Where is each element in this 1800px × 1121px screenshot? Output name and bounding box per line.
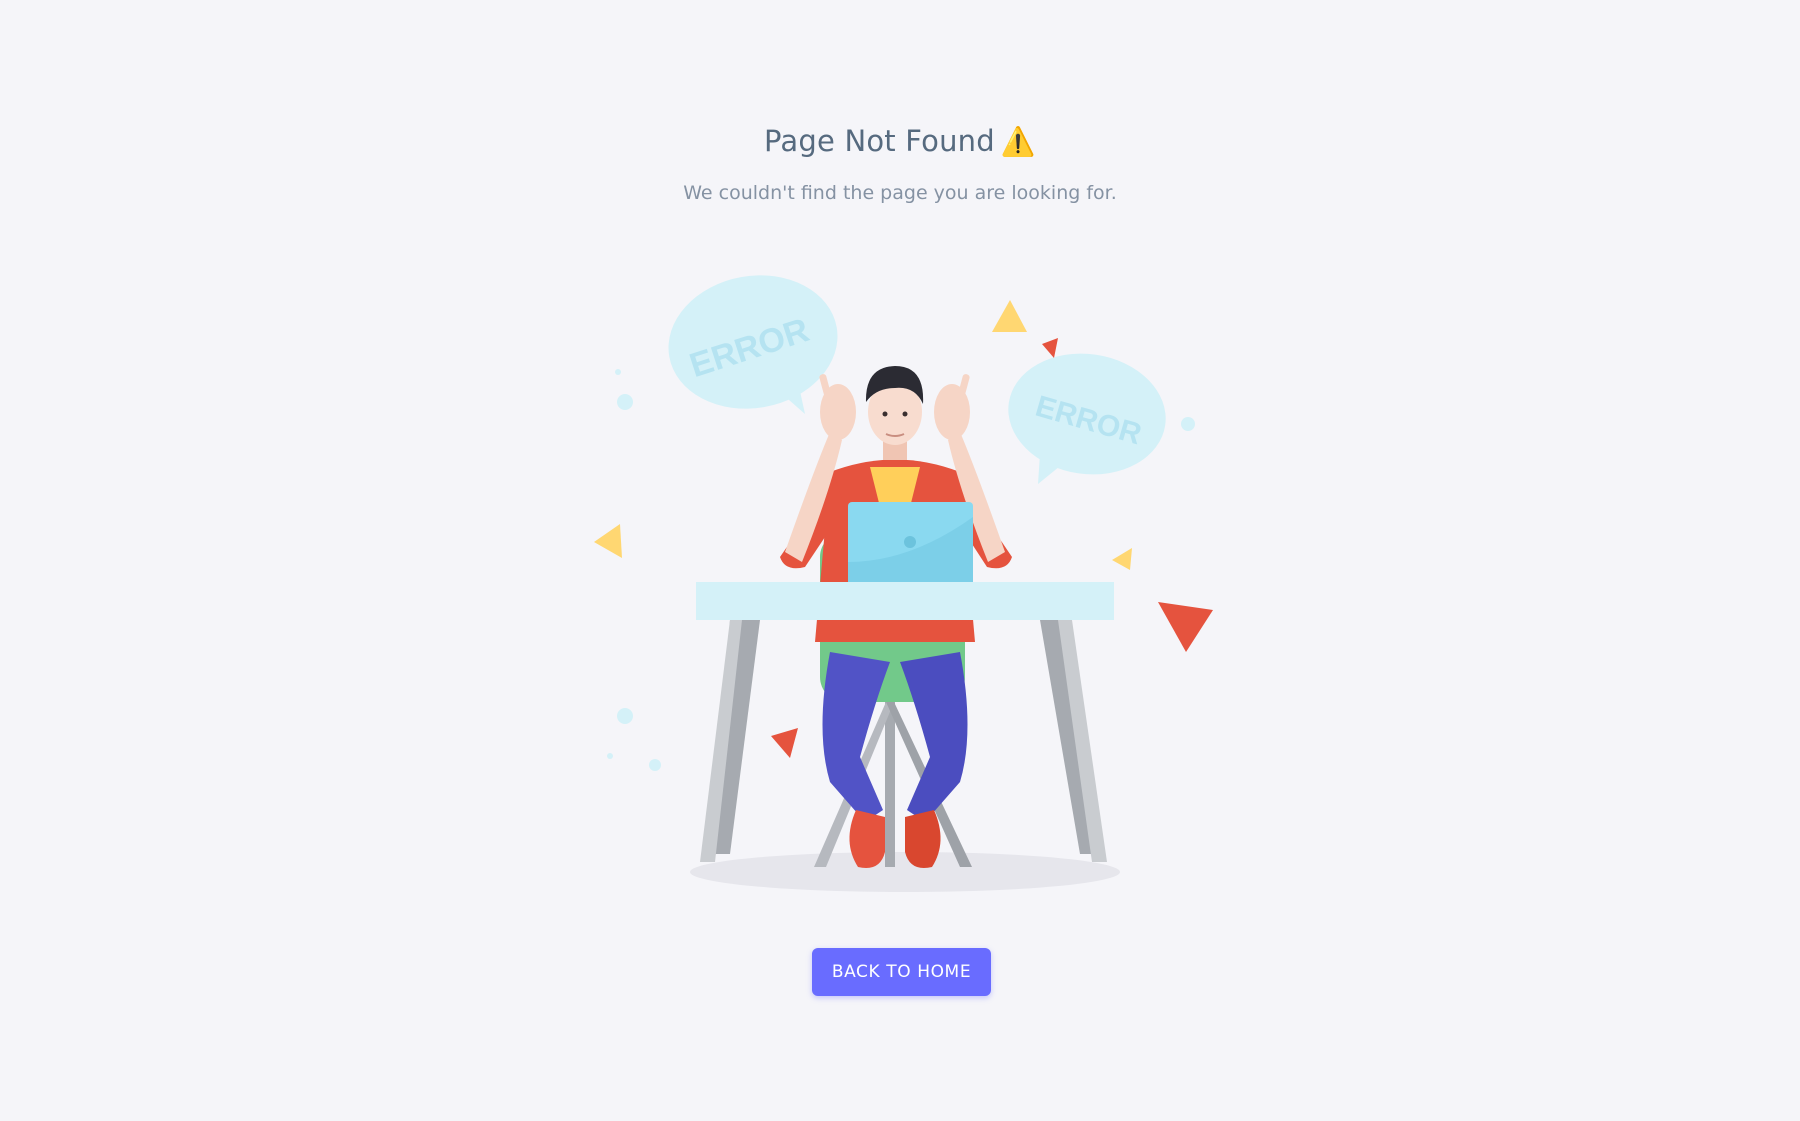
confetti-dot xyxy=(617,708,633,724)
floor-shadow xyxy=(690,852,1120,892)
warning-icon: ⚠️ xyxy=(1000,125,1036,158)
page-title-row: Page Not Found ⚠️ xyxy=(0,124,1800,158)
back-to-home-button[interactable]: BACK TO HOME xyxy=(812,948,991,996)
page-title: Page Not Found xyxy=(764,124,995,158)
confetti-dot xyxy=(649,759,661,771)
confetti-triangle xyxy=(594,524,622,558)
speech-bubble-right: ERROR xyxy=(1008,353,1166,484)
confetti-dot xyxy=(607,753,613,759)
confetti-dot xyxy=(617,394,633,410)
confetti-triangle xyxy=(1158,602,1213,652)
confetti-dot xyxy=(615,369,621,375)
speech-bubble-left: ERROR xyxy=(668,275,838,414)
page-container: Page Not Found ⚠️ We couldn't find the pa… xyxy=(0,0,1800,1121)
confetti-triangle xyxy=(992,300,1027,332)
confetti-triangle xyxy=(771,728,798,758)
error-illustration: ERROR ERROR xyxy=(594,275,1213,892)
confetti-triangle xyxy=(1112,548,1132,570)
laptop xyxy=(848,502,973,582)
confetti-dot xyxy=(1181,417,1195,431)
confetti-triangle xyxy=(1042,338,1058,358)
page-subtitle: We couldn't find the page you are lookin… xyxy=(683,182,1117,204)
